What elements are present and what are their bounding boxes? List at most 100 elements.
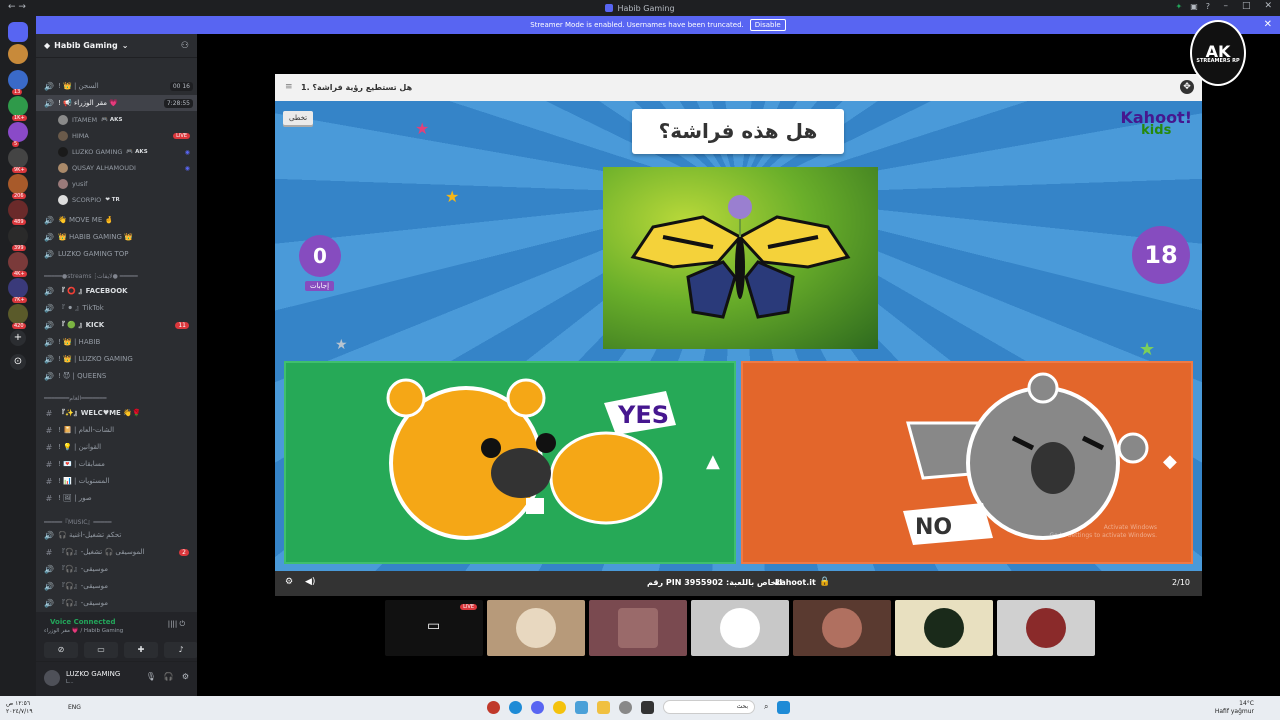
help-icon[interactable]: ? bbox=[1206, 2, 1210, 11]
server-icon[interactable]: 5 bbox=[8, 122, 28, 147]
file-explorer-icon[interactable] bbox=[597, 700, 610, 714]
server-icon[interactable]: 7K+ bbox=[8, 278, 28, 303]
participant-tile[interactable] bbox=[793, 600, 891, 656]
voice-channel[interactable]: 🔊! 😈 | QUEENS bbox=[36, 368, 197, 384]
close-window-button[interactable]: ✕ bbox=[1264, 1, 1272, 11]
shared-screen: ≡ 1. هل تستطيع رؤية فراشة؟ ✥ تخطى هل هذه… bbox=[275, 74, 1202, 596]
search-icon[interactable]: ⌕ bbox=[764, 702, 768, 712]
disable-button[interactable]: Disable bbox=[749, 19, 786, 31]
server-header[interactable]: ◆ Habib Gaming ⌄ ⚇ bbox=[36, 34, 197, 58]
minimize-button[interactable]: – bbox=[1223, 1, 1228, 11]
windows-start-icon[interactable] bbox=[777, 700, 791, 714]
participant-tile[interactable] bbox=[487, 600, 585, 656]
voice-member[interactable]: SCORPIO ❤ TR bbox=[58, 192, 196, 208]
server-icon[interactable]: 13 bbox=[8, 70, 28, 95]
voice-channel[interactable]: 🔊! 👑 | السجن 00 16 bbox=[36, 78, 197, 94]
speaker-icon: 🔊 bbox=[44, 249, 54, 259]
chrome-icon[interactable] bbox=[553, 700, 566, 714]
server-icon[interactable]: 9K+ bbox=[8, 148, 28, 173]
channel-overlay-logo: AK STREAMERS RP bbox=[1190, 20, 1246, 86]
settings-icon[interactable] bbox=[619, 700, 632, 714]
taskbar-search[interactable]: بحث bbox=[663, 700, 755, 714]
screen-share-button[interactable]: ▭ bbox=[84, 642, 118, 658]
voice-member[interactable]: ITAMEM 🎮 AKS bbox=[58, 112, 196, 128]
discord-taskbar-icon[interactable] bbox=[531, 700, 544, 714]
participant-tile[interactable] bbox=[691, 600, 789, 656]
voice-channel[interactable]: 🔊 🎧 تحكم تشغيل-اغنية bbox=[36, 527, 197, 543]
avatar[interactable] bbox=[44, 670, 60, 686]
app-icon[interactable] bbox=[487, 700, 500, 714]
voice-member[interactable]: yusif bbox=[58, 176, 196, 192]
server-icon[interactable]: 420 bbox=[8, 304, 28, 329]
voice-channel[interactable]: 🔊 『🎧』-موسيقى bbox=[36, 561, 197, 577]
category-header[interactable]: ━━━━━●streams ┊لايفات● ━━━━━ bbox=[36, 268, 197, 284]
hamburger-menu-icon[interactable]: ≡ bbox=[285, 82, 293, 92]
text-channel[interactable]: #! 💡 | القوانين bbox=[36, 439, 197, 455]
weather-widget[interactable]: 14°C Hafif yağmur bbox=[1215, 700, 1254, 716]
discord-home-icon[interactable] bbox=[8, 22, 28, 42]
voice-status[interactable]: Voice Connected bbox=[50, 618, 116, 626]
voice-channel[interactable]: 🔊! 👑 | LUZKO GAMING bbox=[36, 351, 197, 367]
microphone-icon[interactable]: 🎙 bbox=[146, 672, 156, 681]
volume-icon[interactable]: ◀) bbox=[305, 577, 315, 587]
voice-channel[interactable]: 🔊 『 ⚫ 』TikTok bbox=[36, 300, 197, 316]
edge-icon[interactable] bbox=[509, 700, 522, 714]
participant-tile[interactable] bbox=[997, 600, 1095, 656]
activities-button[interactable]: ✚ bbox=[124, 642, 158, 658]
voice-channel[interactable]: 🔊 👋 MOVE ME 🤞 bbox=[36, 212, 197, 228]
text-channel[interactable]: # 『✨』WELC♥ME 👋🌹 bbox=[36, 405, 197, 421]
participant-tile[interactable] bbox=[895, 600, 993, 656]
text-channel[interactable]: #! 📊 | المستويات bbox=[36, 473, 197, 489]
explore-servers-icon[interactable]: ⊙ bbox=[10, 354, 26, 370]
language-indicator[interactable]: ENG bbox=[68, 704, 81, 711]
settings-gear-icon[interactable]: ⚙ bbox=[182, 672, 189, 681]
text-channel[interactable]: #! 📔 | الشات-العام bbox=[36, 422, 197, 438]
settings-gear-icon[interactable]: ⚙ bbox=[285, 577, 293, 587]
clock[interactable]: ١٢:٥٦ ص ٢٠٢٤/٧/١٩ bbox=[6, 700, 33, 716]
voice-channel[interactable]: 🔊 『 🟢 』KICK 11 bbox=[36, 317, 197, 333]
voice-member[interactable]: HIMA LIVE bbox=[58, 128, 196, 144]
answer-yes-button[interactable]: YES ▲ bbox=[284, 361, 736, 564]
text-channel[interactable]: #! 🖼 | صور bbox=[36, 490, 197, 506]
soundboard-button[interactable]: ♪ bbox=[164, 642, 198, 658]
disconnect-icon[interactable]: |||| ⏻ bbox=[168, 620, 185, 629]
server-icon[interactable]: 1K+ bbox=[8, 96, 28, 121]
camera-off-button[interactable]: ⊘ bbox=[44, 642, 78, 658]
server-icon[interactable]: 399 bbox=[8, 226, 28, 251]
participant-tile[interactable] bbox=[589, 600, 687, 656]
nitro-icon[interactable]: ✦ bbox=[1175, 2, 1182, 11]
shared-window-title: 1. هل تستطيع رؤية فراشة؟ bbox=[301, 83, 413, 92]
server-icon[interactable]: 489 bbox=[8, 200, 28, 225]
invite-icon[interactable]: ⚇ bbox=[181, 41, 189, 51]
maximize-button[interactable]: □ bbox=[1242, 1, 1251, 11]
server-icon[interactable]: 206 bbox=[8, 174, 28, 199]
back-forward-icon[interactable]: ← → bbox=[8, 2, 26, 12]
close-icon[interactable]: ✕ bbox=[1264, 19, 1272, 30]
server-icon[interactable] bbox=[8, 44, 28, 64]
text-channel[interactable]: #! 💌 | مسابقات bbox=[36, 456, 197, 472]
voice-channel[interactable]: 🔊! 👑 | HABIB bbox=[36, 334, 197, 350]
server-icon[interactable]: 4K+ bbox=[8, 252, 28, 277]
voice-location[interactable]: مقر الوزراء 💗 / Habib Gaming bbox=[44, 628, 123, 634]
avatar bbox=[618, 608, 658, 648]
voice-channel[interactable]: 🔊 『🎧』-موسيقى bbox=[36, 578, 197, 594]
skip-button[interactable]: تخطى bbox=[283, 111, 314, 125]
voice-channel[interactable]: 🔊 『🎧』-موسيقى bbox=[36, 595, 197, 611]
voice-member[interactable]: LUZKO GAMING 🎮 AKS ◉ bbox=[58, 144, 196, 160]
inbox-icon[interactable]: ▣ bbox=[1190, 2, 1198, 11]
add-server-icon[interactable]: + bbox=[10, 330, 26, 346]
answer-no-button[interactable]: NO ◆ Activate Windows Go to Settings to … bbox=[741, 361, 1193, 564]
photos-icon[interactable] bbox=[575, 700, 588, 714]
fullscreen-icon[interactable]: ✥ bbox=[1180, 80, 1194, 94]
screen-share-tile[interactable]: LIVE ▭ bbox=[385, 600, 483, 656]
task-view-icon[interactable] bbox=[641, 700, 654, 714]
username[interactable]: LUZKO GAMING bbox=[66, 670, 120, 678]
voice-channel[interactable]: 🔊 『 ⭕ 』FACEBOOK bbox=[36, 283, 197, 299]
voice-channel-active[interactable]: 🔊! 📢 مقر الوزراء 💗 7:28:55 bbox=[36, 95, 197, 111]
category-header[interactable]: ━━━━━━━العام━━━━━━━ bbox=[36, 390, 197, 406]
headphones-icon[interactable]: 🎧 bbox=[164, 672, 174, 681]
voice-channel[interactable]: 🔊 LUZKO GAMING TOP bbox=[36, 246, 197, 262]
text-channel[interactable]: # 『🎧』-الموسيقى 🎧 تشغيل 2 bbox=[36, 544, 197, 560]
voice-member[interactable]: QUSAY ALHAMOUDI ◉ bbox=[58, 160, 196, 176]
voice-channel[interactable]: 🔊 👑 HABIB GAMING 👑 bbox=[36, 229, 197, 245]
